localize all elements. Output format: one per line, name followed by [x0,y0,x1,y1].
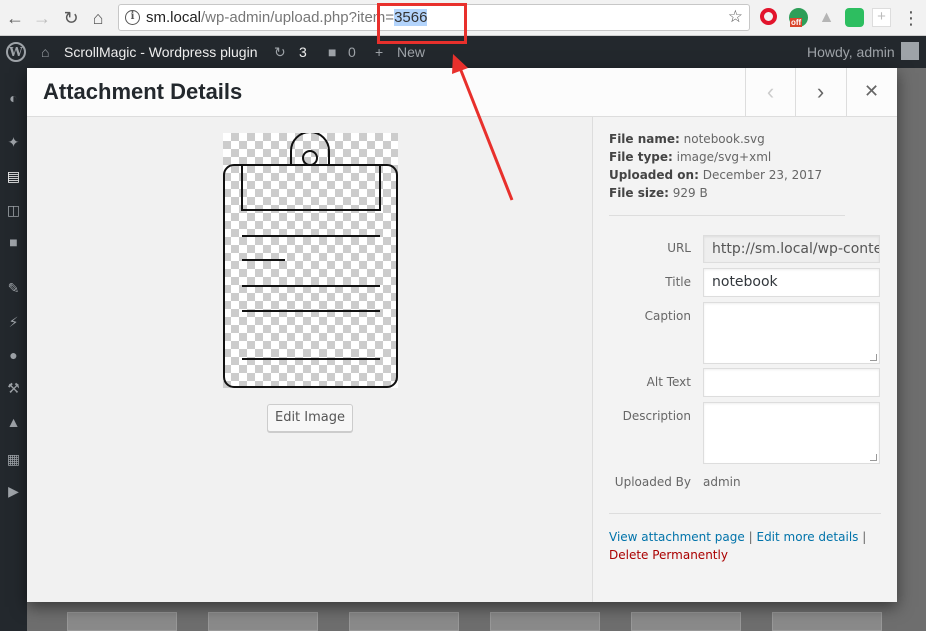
annotation-arrow [452,54,514,201]
